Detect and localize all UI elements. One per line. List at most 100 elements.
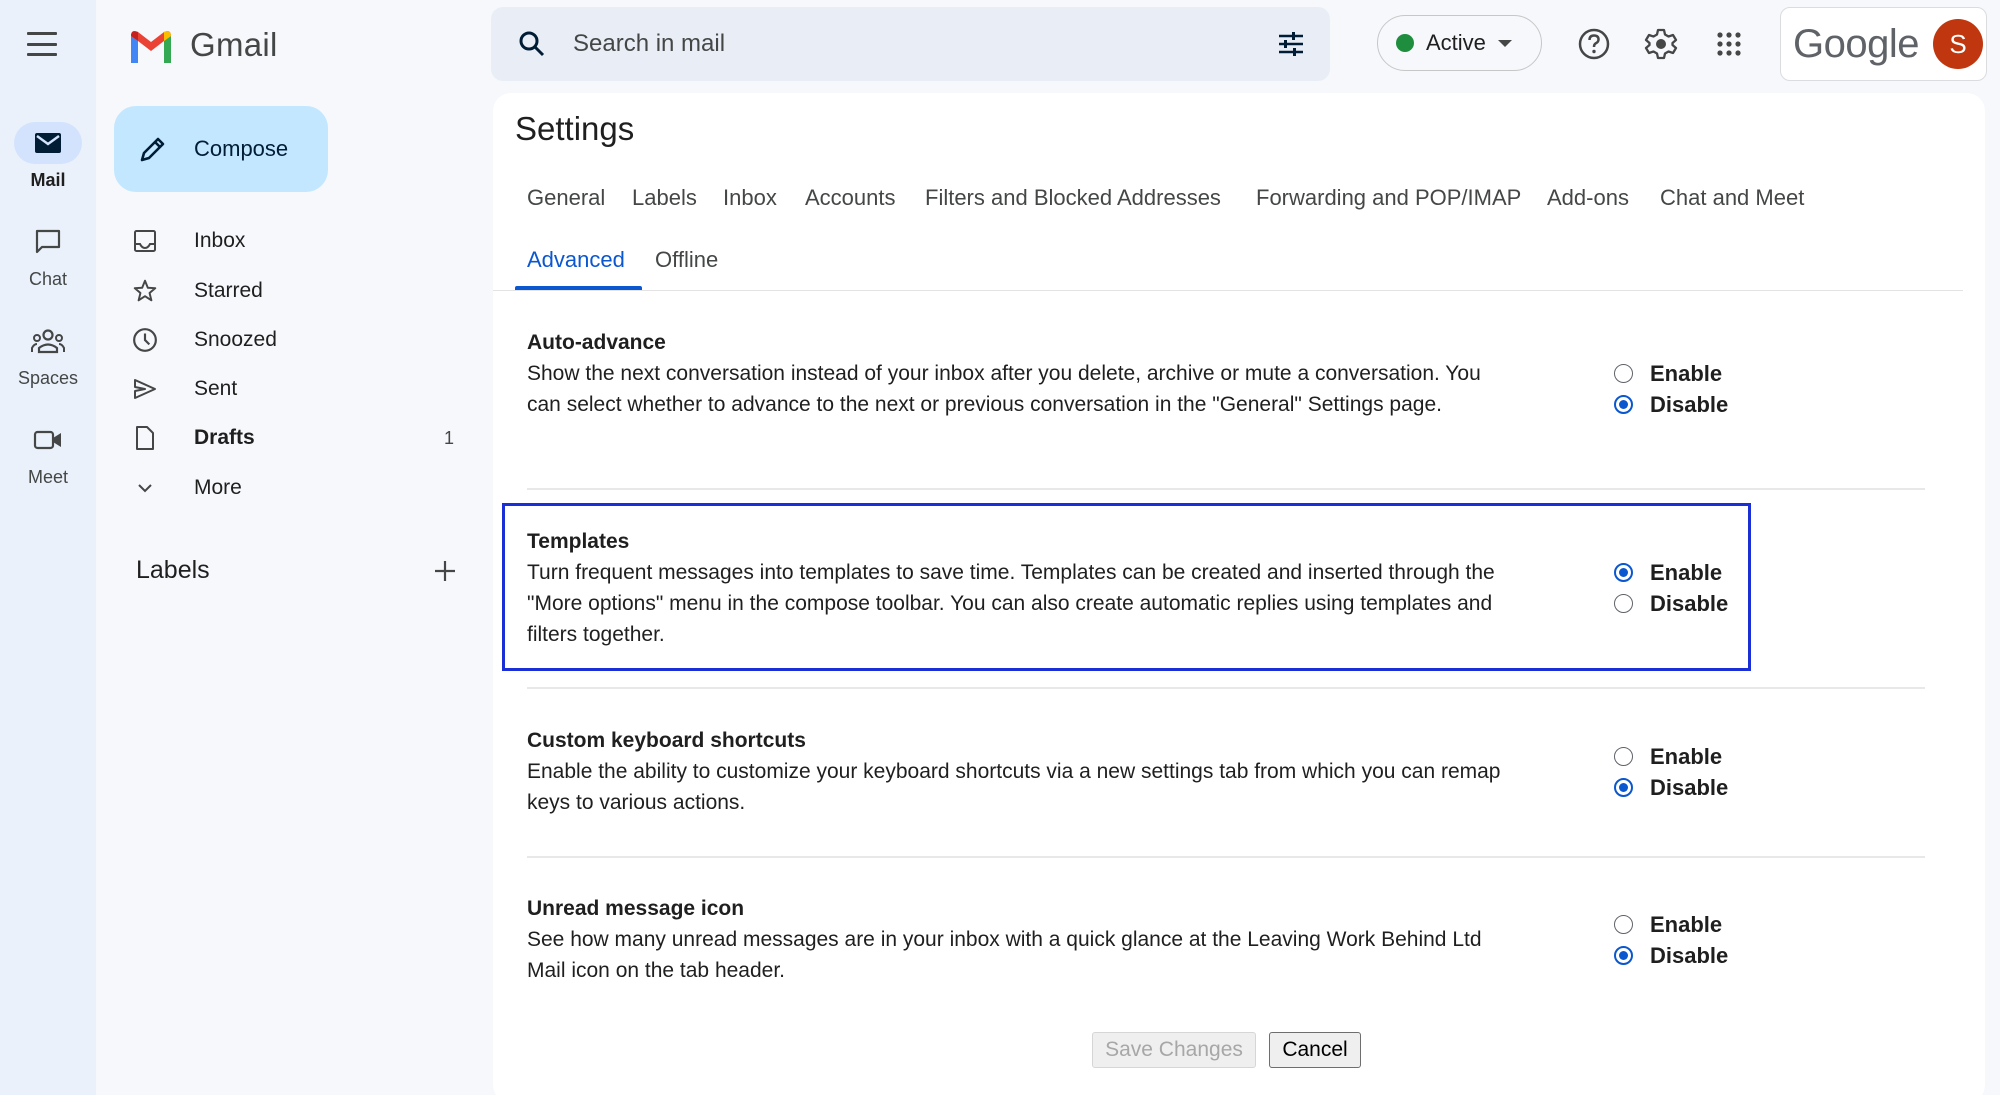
setting-title-auto-advance: Auto-advance [527, 331, 666, 354]
tab-accounts[interactable]: Accounts [805, 185, 896, 211]
templates-enable-radio[interactable]: Enable [1614, 557, 1722, 588]
tabs-divider [493, 290, 1963, 291]
tab-addons[interactable]: Add-ons [1547, 185, 1629, 211]
setting-desc-unread-icon: See how many unread messages are in your… [527, 928, 1482, 982]
search-input[interactable] [573, 30, 1276, 58]
rail-label: Chat [28, 269, 68, 289]
clock-icon [133, 328, 157, 352]
chat-icon [35, 229, 61, 254]
compose-button[interactable]: Compose [114, 106, 328, 192]
gmail-m-icon [131, 30, 171, 63]
cancel-button[interactable]: Cancel [1269, 1032, 1361, 1068]
nav-label: Snoozed [194, 328, 277, 351]
save-changes-button[interactable]: Save Changes [1092, 1032, 1256, 1068]
tab-labels[interactable]: Labels [632, 185, 697, 211]
unread-icon-enable-radio[interactable]: Enable [1614, 909, 1722, 940]
support-button[interactable] [1574, 24, 1614, 64]
rail-item-mail[interactable]: Mail [0, 122, 96, 191]
avatar: S [1932, 19, 1983, 69]
radio-button[interactable] [1614, 563, 1633, 582]
plus-icon [435, 561, 455, 581]
radio-button[interactable] [1614, 915, 1633, 934]
tab-chat-meet[interactable]: Chat and Meet [1660, 185, 1804, 211]
setting-desc-templates: Turn frequent messages into templates to… [527, 561, 1495, 646]
create-label-button[interactable] [430, 556, 460, 586]
app-name: Gmail [190, 26, 278, 63]
google-logo: Google [1793, 21, 1919, 66]
spaces-icon [31, 329, 65, 354]
search-icon[interactable] [517, 29, 547, 59]
templates-disable-radio[interactable]: Disable [1614, 588, 1728, 619]
caret-down-icon [1497, 39, 1512, 47]
tab-advanced[interactable]: Advanced [527, 247, 625, 273]
radio-label: Disable [1650, 942, 1729, 968]
keyboard-shortcuts-disable-radio[interactable]: Disable [1614, 772, 1728, 803]
draft-icon [136, 426, 154, 450]
drafts-count: 1 [443, 427, 454, 448]
tab-offline[interactable]: Offline [655, 247, 718, 273]
tab-forwarding[interactable]: Forwarding and POP/IMAP [1256, 185, 1521, 211]
section-divider [527, 687, 1925, 689]
tab-filters[interactable]: Filters and Blocked Addresses [925, 185, 1221, 211]
nav-label: Sent [194, 377, 238, 400]
rail-label: Spaces [17, 368, 79, 388]
radio-label: Enable [1650, 360, 1723, 386]
radio-label: Disable [1650, 590, 1729, 616]
radio-label: Enable [1650, 559, 1723, 585]
search-options-icon[interactable] [1276, 29, 1306, 59]
apps-grid-icon [1717, 32, 1741, 56]
radio-button[interactable] [1614, 364, 1633, 383]
rail-item-spaces[interactable]: Spaces [0, 320, 96, 389]
main-menu-button[interactable] [24, 28, 60, 60]
rail-item-chat[interactable]: Chat [0, 221, 96, 290]
auto-advance-disable-radio[interactable]: Disable [1614, 389, 1728, 420]
help-icon [1578, 28, 1610, 60]
status-label: Active [1426, 30, 1486, 55]
radio-label: Disable [1650, 774, 1729, 800]
rail-label: Mail [30, 170, 66, 190]
setting-title-unread-icon: Unread message icon [527, 897, 745, 920]
nav-item-inbox[interactable]: Inbox [130, 219, 470, 263]
auto-advance-enable-radio[interactable]: Enable [1614, 358, 1722, 389]
status-dot [1396, 34, 1414, 52]
pencil-icon [140, 137, 165, 162]
gear-icon [1644, 28, 1678, 60]
nav-item-more[interactable]: More [130, 466, 470, 510]
nav-item-drafts[interactable]: Drafts 1 [130, 416, 470, 460]
star-icon [133, 279, 157, 302]
setting-desc-auto-advance: Show the next conversation instead of yo… [527, 362, 1481, 416]
menu-icon-bar [27, 32, 57, 35]
radio-button[interactable] [1614, 946, 1633, 965]
rail-item-meet[interactable]: Meet [0, 419, 96, 488]
radio-button[interactable] [1614, 778, 1633, 797]
settings-button[interactable] [1641, 24, 1681, 64]
unread-icon-disable-radio[interactable]: Disable [1614, 940, 1728, 971]
nav-item-starred[interactable]: Starred [130, 269, 470, 313]
status-dropdown[interactable]: Active [1377, 15, 1542, 71]
nav-label: More [194, 476, 242, 499]
nav-item-snoozed[interactable]: Snoozed [130, 318, 470, 362]
chevron-down-icon [138, 484, 152, 493]
labels-heading: Labels [136, 556, 210, 584]
compose-label: Compose [194, 136, 289, 161]
gmail-logo[interactable]: Gmail [128, 26, 278, 64]
section-divider [527, 488, 1925, 490]
radio-button[interactable] [1614, 747, 1633, 766]
menu-icon-bar [27, 53, 57, 56]
google-apps-button[interactable] [1709, 24, 1749, 64]
section-divider [527, 856, 1925, 858]
tab-general[interactable]: General [527, 185, 605, 211]
rail-label: Meet [27, 467, 69, 487]
nav-item-sent[interactable]: Sent [130, 367, 470, 411]
account-button[interactable]: Google S [1780, 7, 1987, 81]
radio-label: Enable [1650, 911, 1723, 937]
setting-title-templates: Templates [527, 530, 630, 553]
radio-button[interactable] [1614, 594, 1633, 613]
tab-inbox[interactable]: Inbox [723, 185, 777, 211]
nav-label: Inbox [194, 229, 246, 252]
keyboard-shortcuts-enable-radio[interactable]: Enable [1614, 741, 1722, 772]
search-bar [491, 7, 1330, 81]
nav-label: Starred [194, 279, 263, 302]
radio-label: Disable [1650, 391, 1729, 417]
radio-button[interactable] [1614, 395, 1633, 414]
